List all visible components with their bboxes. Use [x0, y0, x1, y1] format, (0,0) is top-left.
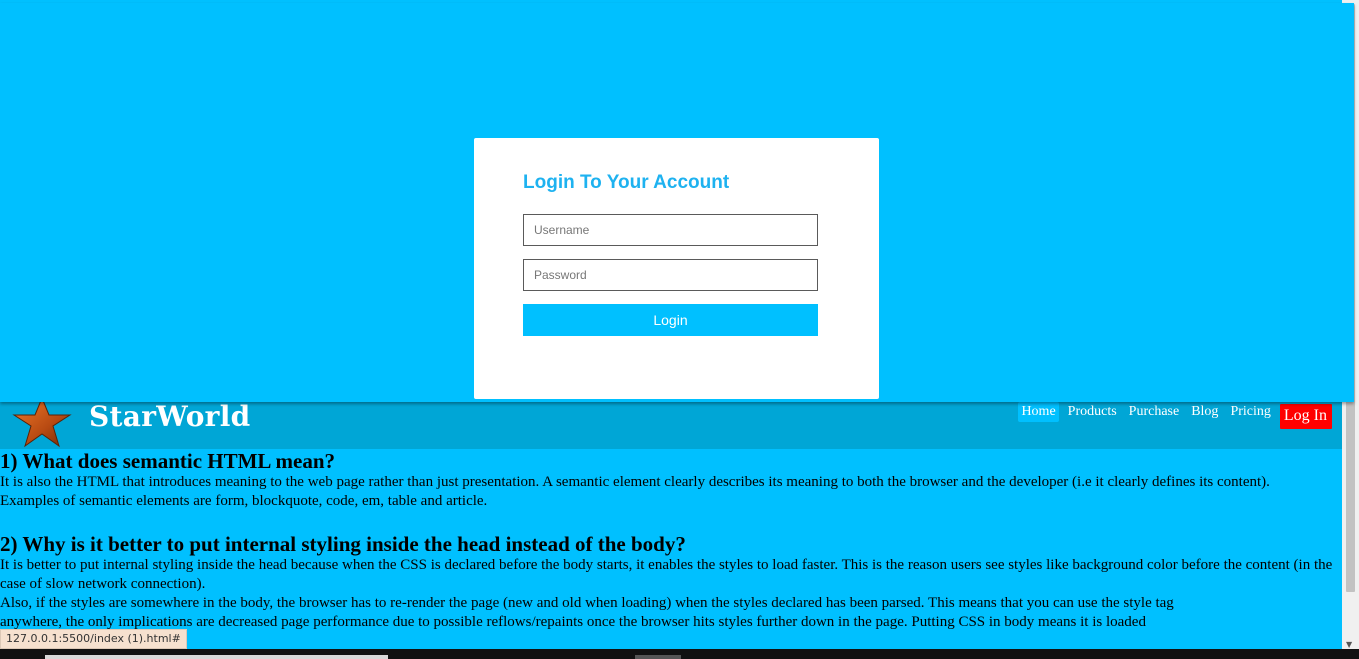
username-input[interactable]: [523, 214, 818, 246]
nav-pricing[interactable]: Pricing: [1227, 402, 1273, 422]
taskbar-item[interactable]: [45, 655, 388, 659]
login-modal: Login To Your Account Login: [474, 138, 879, 399]
login-button[interactable]: Login: [523, 304, 818, 336]
modal-title: Login To Your Account: [523, 172, 730, 193]
question-1-heading: 1) What does semantic HTML mean?: [0, 449, 336, 473]
login-modal-overlay: Login To Your Account Login: [0, 3, 1354, 402]
nav-blog[interactable]: Blog: [1188, 402, 1221, 422]
star-icon: [12, 396, 72, 448]
taskbar: [0, 649, 1359, 659]
question-2-paragraph-3: anywhere, the only implications are decr…: [0, 614, 1146, 630]
main-nav: Home Products Purchase Blog Pricing Log …: [1018, 402, 1332, 429]
taskbar-item[interactable]: [635, 655, 681, 659]
brand-name: StarWorld: [89, 400, 251, 433]
scroll-down-arrow-icon[interactable]: ▼: [1346, 640, 1352, 649]
password-input[interactable]: [523, 259, 818, 291]
question-2-paragraph-1: It is better to put internal styling ins…: [0, 557, 1333, 592]
question-1-paragraph-2: Examples of semantic elements are form, …: [0, 493, 488, 509]
status-bar-url: 127.0.0.1:5500/index (1).html#: [0, 629, 187, 649]
article-content: 1) What does semantic HTML mean? It is a…: [0, 449, 1342, 632]
question-2-paragraph-2: Also, if the styles are somewhere in the…: [0, 595, 1174, 611]
nav-login-button[interactable]: Log In: [1279, 404, 1332, 429]
nav-home[interactable]: Home: [1018, 402, 1059, 422]
question-1-paragraph-1: It is also the HTML that introduces mean…: [0, 474, 1270, 490]
nav-products[interactable]: Products: [1065, 402, 1120, 422]
site-header: StarWorld Home Products Purchase Blog Pr…: [0, 396, 1342, 449]
question-2-heading: 2) Why is it better to put internal styl…: [0, 532, 686, 556]
nav-purchase[interactable]: Purchase: [1126, 402, 1183, 422]
